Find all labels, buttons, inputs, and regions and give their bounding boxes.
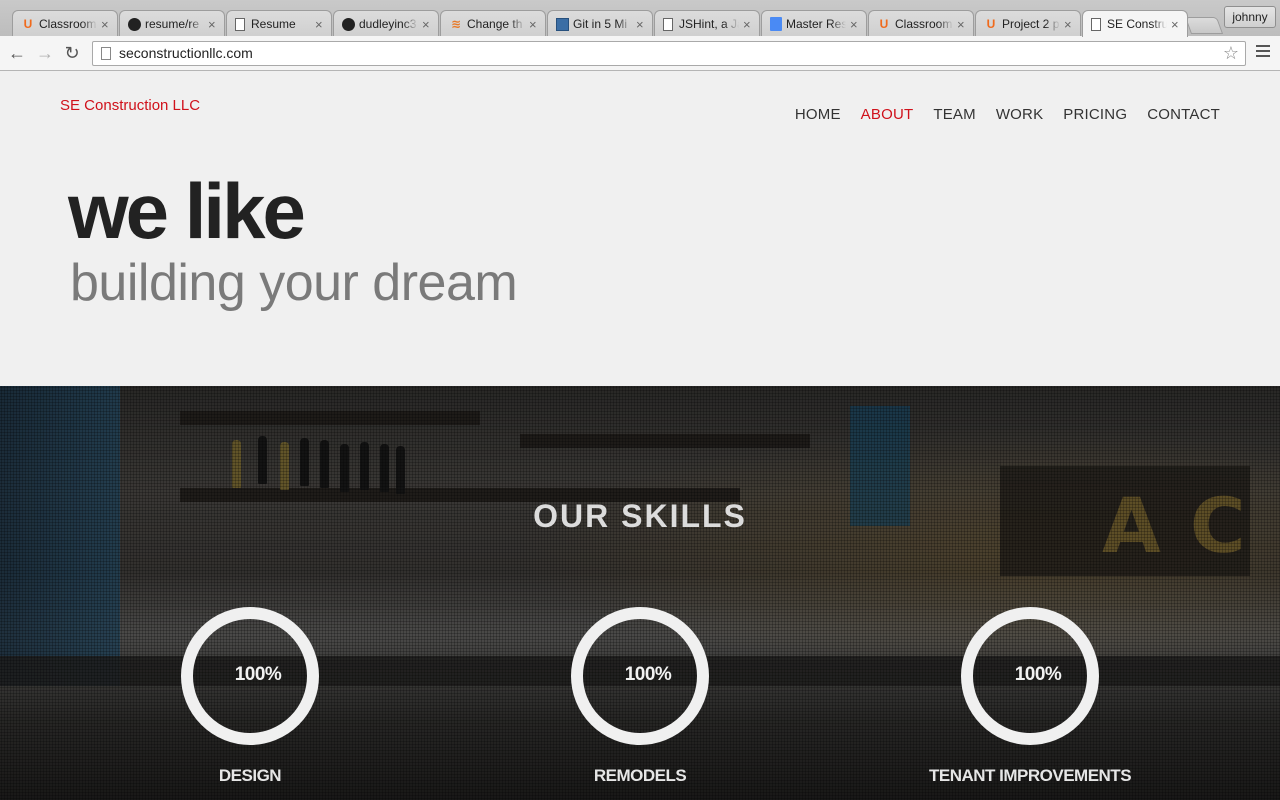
- tab-title: resume/re: [145, 17, 200, 31]
- tab-close-icon[interactable]: ×: [1171, 18, 1181, 31]
- browser-tab[interactable]: dudleyinc3 ×: [333, 10, 439, 37]
- progress-ring: 100%: [570, 606, 710, 746]
- github-icon: [128, 17, 141, 31]
- main-nav: HOME ABOUT TEAM WORK PRICING CONTACT: [775, 106, 1220, 123]
- reload-icon[interactable]: ↻: [62, 43, 82, 63]
- google-docs-icon: [770, 17, 782, 31]
- back-arrow-icon[interactable]: ←: [7, 43, 27, 63]
- tab-close-icon[interactable]: ×: [422, 18, 432, 31]
- tab-close-icon[interactable]: ×: [1064, 18, 1074, 31]
- tab-title: SE Constru: [1107, 17, 1167, 31]
- tab-title: Project 2 p: [1002, 17, 1060, 31]
- tab-close-icon[interactable]: ×: [101, 18, 111, 31]
- nav-pricing[interactable]: PRICING: [1063, 106, 1127, 123]
- address-bar-url[interactable]: seconstructionllc.com: [119, 45, 253, 61]
- tab-title: JSHint, a Ja: [679, 17, 739, 31]
- skills-section: A C OUR SKILLS 100% DESIGN 100% REMODELS: [0, 386, 1280, 800]
- nav-contact[interactable]: CONTACT: [1147, 106, 1220, 123]
- skill-label: TENANT IMPROVEMENTS: [928, 766, 1132, 785]
- hero-headline: we like: [68, 167, 306, 255]
- skill-percent: 100%: [624, 664, 672, 685]
- profile-button[interactable]: johnny: [1224, 6, 1276, 28]
- browser-tab[interactable]: Git in 5 Mi ×: [547, 10, 653, 37]
- skill-label: DESIGN: [218, 766, 282, 785]
- udacity-icon: U: [23, 17, 33, 31]
- tab-title: Resume: [251, 17, 296, 31]
- tab-close-icon[interactable]: ×: [529, 18, 539, 31]
- browser-tab-strip: U Classroom × resume/re × Resume × dudle…: [0, 0, 1280, 37]
- browser-tab[interactable]: resume/re ×: [119, 10, 225, 37]
- nav-about[interactable]: ABOUT: [861, 106, 914, 123]
- skill-percent: 100%: [234, 664, 282, 685]
- tab-close-icon[interactable]: ×: [743, 18, 753, 31]
- browser-tab[interactable]: ≋ Change th ×: [440, 10, 546, 37]
- hero-subhead: building your dream: [70, 254, 518, 312]
- git-icon: [556, 17, 569, 31]
- browser-tab[interactable]: Master Res ×: [761, 10, 867, 37]
- tab-title: Change th: [467, 17, 523, 31]
- page-icon: [235, 17, 245, 31]
- tab-close-icon[interactable]: ×: [636, 18, 646, 31]
- skill-label: REMODELS: [593, 766, 687, 785]
- browser-tab[interactable]: Resume ×: [226, 10, 332, 37]
- browser-tab[interactable]: U Classroom ×: [12, 10, 118, 37]
- tab-close-icon[interactable]: ×: [208, 18, 218, 31]
- udacity-icon: U: [986, 17, 996, 31]
- stackoverflow-icon: ≋: [450, 17, 462, 31]
- address-bar[interactable]: seconstructionllc.com ☆: [92, 41, 1246, 66]
- new-tab-button[interactable]: [1184, 17, 1224, 34]
- skill-design: 100% DESIGN: [130, 606, 370, 786]
- tab-close-icon[interactable]: ×: [957, 18, 967, 31]
- tab-title: dudleyinc3: [359, 17, 417, 31]
- nav-home[interactable]: HOME: [795, 106, 841, 123]
- progress-ring: 100%: [180, 606, 320, 746]
- nav-team[interactable]: TEAM: [933, 106, 975, 123]
- progress-ring: 100%: [960, 606, 1100, 746]
- bookmark-star-icon[interactable]: ☆: [1223, 43, 1239, 64]
- github-icon: [342, 17, 355, 31]
- nav-work[interactable]: WORK: [996, 106, 1043, 123]
- browser-tab[interactable]: JSHint, a Ja ×: [654, 10, 760, 37]
- tab-title: Classroom: [39, 17, 97, 31]
- site-brand[interactable]: SE Construction LLC: [60, 97, 200, 114]
- skill-remodels: 100% REMODELS: [520, 606, 760, 786]
- menu-icon[interactable]: [1256, 45, 1270, 59]
- udacity-icon: U: [879, 17, 889, 31]
- tab-title: Classroom: [895, 17, 953, 31]
- webpage: SE Construction LLC HOME ABOUT TEAM WORK…: [0, 72, 1280, 800]
- browser-tab-active[interactable]: SE Constru ×: [1082, 10, 1188, 37]
- page-icon: [663, 17, 673, 31]
- forward-arrow-icon[interactable]: →: [35, 43, 55, 63]
- browser-tab[interactable]: U Classroom ×: [868, 10, 974, 37]
- tab-close-icon[interactable]: ×: [850, 18, 860, 31]
- skill-tenant-improvements: 100% TENANT IMPROVEMENTS: [910, 606, 1150, 786]
- browser-toolbar: ← → ↻ seconstructionllc.com ☆: [0, 36, 1280, 71]
- browser-tab[interactable]: U Project 2 p ×: [975, 10, 1081, 37]
- skills-title: OUR SKILLS: [533, 498, 747, 534]
- tab-close-icon[interactable]: ×: [315, 18, 325, 31]
- tab-title: Git in 5 Mi: [573, 17, 628, 31]
- page-icon: [101, 47, 111, 60]
- page-icon: [1091, 17, 1101, 31]
- skill-percent: 100%: [1014, 664, 1062, 685]
- tab-title: Master Res: [786, 17, 846, 31]
